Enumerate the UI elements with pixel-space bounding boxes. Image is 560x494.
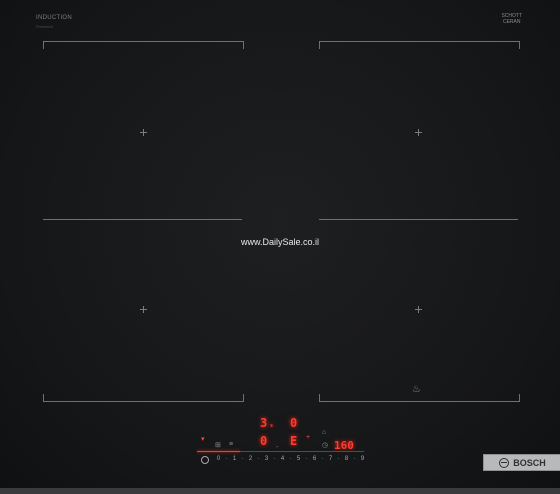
pot-icon: ♨ xyxy=(412,384,421,395)
zone-select-icon[interactable]: ⊞ xyxy=(215,441,221,449)
minus-icon[interactable]: - xyxy=(276,444,278,451)
preselect-label: Preselect xyxy=(36,24,53,29)
induction-label: INDUCTION xyxy=(36,15,73,21)
power-button[interactable] xyxy=(201,456,209,464)
power-slider-active[interactable] xyxy=(197,451,240,452)
zone-center-cross xyxy=(415,129,422,136)
cooktop-photo: INDUCTION Preselect SCHOTT CERAN www.Dai… xyxy=(0,0,560,494)
zone-top-right-marker xyxy=(319,41,520,49)
watermark-text: www.DailySale.co.il xyxy=(240,237,320,247)
menu-icon[interactable]: ≡ xyxy=(229,441,233,448)
clock-icon[interactable]: ◷ xyxy=(322,441,328,449)
fire-icon[interactable]: ▾ xyxy=(201,435,205,443)
schott-ceran-logo: SCHOTT CERAN xyxy=(501,13,522,25)
display-row2-left: 0 xyxy=(260,434,268,448)
brand-name: BOSCH xyxy=(513,457,546,468)
zone-middle-left-marker xyxy=(43,219,242,220)
pot-icon[interactable]: ⌂ xyxy=(322,429,326,436)
power-slider-track[interactable] xyxy=(240,451,364,452)
display-row1-right: 0 xyxy=(290,416,298,430)
display-row2-right: E xyxy=(290,434,298,448)
zone-center-cross xyxy=(140,129,147,136)
cooktop-frame-edge xyxy=(0,488,560,494)
plus-icon[interactable]: + xyxy=(306,434,310,441)
bosch-emblem-icon xyxy=(499,457,510,468)
zone-center-cross xyxy=(140,306,147,313)
zone-center-cross xyxy=(415,306,422,313)
zone-top-left-marker xyxy=(43,41,244,49)
power-scale[interactable]: 0 · 1 · 2 · 3 · 4 · 5 · 6 · 7 · 8 · 9 xyxy=(216,456,365,462)
zone-bottom-right-marker xyxy=(319,394,520,402)
display-row1-left-small: s xyxy=(270,423,274,429)
zone-middle-right-marker xyxy=(319,219,518,220)
bosch-logo: BOSCH xyxy=(483,454,560,471)
display-row1-left: 3 xyxy=(260,416,268,430)
zone-bottom-left-marker xyxy=(43,394,244,402)
